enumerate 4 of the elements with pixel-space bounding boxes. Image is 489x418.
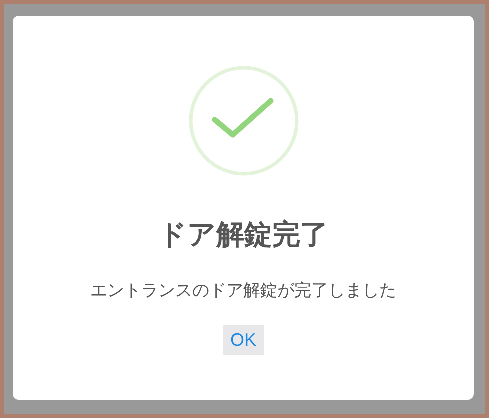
- ok-button[interactable]: OK: [223, 325, 264, 355]
- dialog-message: エントランスのドア解錠が完了しました: [90, 280, 396, 303]
- dialog-title: ドア解錠完了: [158, 217, 328, 253]
- check-circle-icon: [188, 65, 300, 177]
